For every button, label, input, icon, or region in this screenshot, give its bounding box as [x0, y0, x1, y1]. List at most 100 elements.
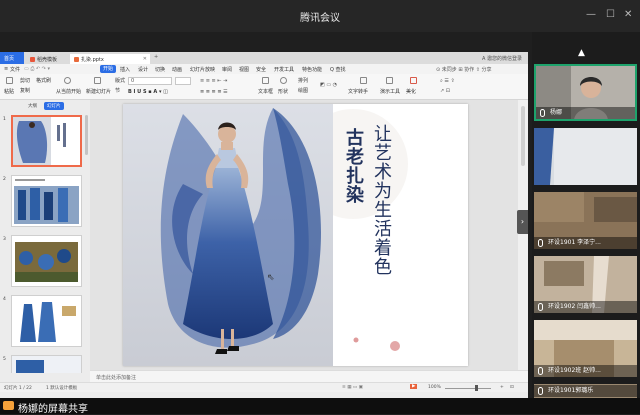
scrollbar-thumb[interactable] [521, 106, 525, 166]
mouse-cursor-icon: ⇖ [267, 273, 275, 283]
arrange-button[interactable]: 排列 [298, 77, 308, 84]
present-tools-icon[interactable] [386, 77, 393, 84]
zoom-value: 100% [428, 385, 441, 390]
slide-thumbnail-3[interactable] [11, 235, 82, 287]
textbox-icon[interactable] [262, 77, 269, 84]
copy-button[interactable]: 复制 [20, 87, 30, 94]
participant-video-6[interactable]: 环设1901郭璐乐 [534, 384, 637, 398]
menu-right-actions[interactable]: ⊙ 未同步 ⊞ 协作 ⇧ 分享 [436, 66, 492, 73]
app-title: 腾讯会议 [300, 13, 340, 24]
play-icon[interactable]: ▶ [410, 384, 418, 389]
fit-window-icon[interactable]: ⊡ [510, 385, 514, 390]
find-replace-icons[interactable]: ⌕ ☰ ⇪ [440, 78, 455, 84]
zoom-in-icon[interactable]: + [500, 385, 504, 390]
tab-docer[interactable]: 稻壳模板 [26, 54, 62, 64]
new-tab-icon[interactable]: + [154, 54, 158, 60]
menu-developer[interactable]: 开发工具 [274, 66, 294, 73]
participant-video-3[interactable]: 环设1901 李泽宁... [534, 192, 637, 249]
menu-transition[interactable]: 切换 [155, 66, 165, 73]
play-from-current-icon[interactable] [64, 77, 71, 84]
view-mode-icons[interactable]: ≡ ▦ ▭ ▣ [342, 385, 363, 390]
thumb-number: 4 [3, 297, 6, 302]
font-size-select[interactable] [175, 77, 191, 85]
menu-animation[interactable]: 动画 [172, 66, 182, 73]
login-prompt[interactable]: A 邀您的微信登录 [482, 55, 522, 62]
menu-security[interactable]: 安全 [256, 66, 266, 73]
section-button[interactable]: 节 [115, 87, 120, 94]
mic-icon [538, 387, 543, 395]
text-to-hand-icon[interactable] [360, 77, 367, 84]
zoom-slider-knob[interactable] [475, 385, 478, 391]
shape-icon[interactable] [280, 77, 287, 84]
draw-button[interactable]: 绘图 [298, 87, 308, 94]
current-slide[interactable]: 让艺术为生活着色 古老扎染 ⇖ [123, 104, 468, 366]
tab-slides[interactable]: 幻灯片 [44, 102, 64, 110]
format-painter-button[interactable]: 格式刷 [36, 77, 51, 84]
slide-vertical-scrollbar[interactable] [518, 100, 528, 370]
layout-button[interactable]: 版式 [115, 77, 125, 84]
menu-search[interactable]: Q 查找 [330, 66, 346, 73]
participant-video-2[interactable] [534, 128, 637, 185]
paragraph-icons[interactable]: ≡ ≡ ≡ ⇤ ⇥ [200, 78, 227, 84]
beautify-icon[interactable] [410, 77, 417, 84]
cut-button[interactable]: 剪切 [20, 77, 30, 84]
align-icons[interactable]: ≣ ≣ ≣ ≣ ☰ [200, 89, 228, 95]
participant-name: 环设1902 闫鑫帅... [548, 303, 601, 310]
notes-field[interactable]: 单击此处添加备注 [90, 370, 528, 382]
thumb-5-image [12, 356, 81, 373]
minimize-icon[interactable]: — [586, 10, 596, 20]
font-family-select[interactable]: 0 [128, 77, 172, 85]
new-slide-icon[interactable] [94, 77, 101, 84]
participant-6-label: 环设1901郭璐乐 [534, 385, 637, 397]
status-bar: 幻灯片 1 / 22 1 默认设计模板 ≡ ▦ ▭ ▣ ▶ 100% + ⊡ [0, 382, 528, 392]
participant-5-label: 环设1902班 赵帅... [534, 365, 637, 377]
menu-file[interactable]: 文件 [10, 66, 20, 73]
participant-video-1[interactable]: 杨娜 [534, 64, 637, 121]
participant-name: 环设1901 李泽宁... [548, 239, 601, 246]
tab-outline[interactable]: 大纲 [28, 103, 37, 109]
participant-video-4[interactable]: 环设1902 闫鑫帅... [534, 256, 637, 313]
menu-slideshow[interactable]: 幻灯片放映 [190, 66, 215, 73]
menu-review[interactable]: 审阅 [222, 66, 232, 73]
slide-title-side: 古老扎染 [343, 128, 364, 204]
text-format-icons[interactable]: B I U S ▪ A ▾ ◫ [128, 89, 168, 95]
docer-icon [30, 57, 35, 62]
menu-insert[interactable]: 插入 [120, 66, 130, 73]
slide-panel-tabs: 大纲 幻灯片 [0, 102, 90, 110]
quick-access-icons[interactable]: ▭ ⎙ ↶ ↷ ▾ [24, 66, 50, 72]
expand-panel-icon[interactable]: › [517, 210, 528, 234]
participant-video-5[interactable]: 环设1902班 赵帅... [534, 320, 637, 377]
select-icons[interactable]: ↗ ⊡ [440, 88, 450, 94]
text-to-hand-label: 文字转手 [348, 89, 369, 95]
paste-icon[interactable] [6, 77, 13, 84]
title-bar: 腾讯会议 — ☐ ✕ [0, 0, 640, 32]
slide-counter: 幻灯片 1 / 22 [4, 386, 32, 391]
paste-label: 粘贴 [4, 89, 15, 95]
slide-thumbnail-1[interactable] [11, 115, 82, 167]
thumb-1-image [13, 117, 66, 165]
menu-design[interactable]: 设计 [138, 66, 148, 73]
thumb-scrollbar[interactable] [85, 115, 88, 155]
tab-close-icon[interactable]: ✕ [143, 56, 147, 62]
zoom-slider[interactable] [445, 388, 491, 389]
slide-thumbnail-4[interactable] [11, 295, 82, 347]
menu-hamburger-icon[interactable]: ≡ [4, 66, 8, 72]
tab-home[interactable]: 首页 [0, 52, 24, 64]
menu-features[interactable]: 特色功能 [302, 66, 322, 73]
participant-name: 环设1902班 赵帅... [548, 367, 601, 374]
slide-thumbnail-5[interactable] [11, 355, 82, 373]
slide-thumbnail-2[interactable] [11, 175, 82, 227]
tab-document[interactable]: 扎染.pptx ✕ [70, 54, 150, 64]
quick-style-icons[interactable]: ◩ ▭ ◔ [320, 82, 337, 88]
thumb-number: 5 [3, 357, 6, 362]
slide-thumbnail-list: 1 2 3 4 5 [0, 111, 90, 373]
menu-home[interactable]: 开始 [100, 65, 117, 73]
mic-icon [538, 367, 543, 375]
new-slide-label: 新建幻灯片 [86, 89, 112, 95]
close-icon[interactable]: ✕ [624, 10, 632, 20]
menu-view[interactable]: 视图 [239, 66, 249, 73]
theme-name: 1 默认设计模板 [46, 386, 78, 391]
scroll-up-icon[interactable]: ▲ [578, 48, 585, 58]
maximize-icon[interactable]: ☐ [606, 10, 615, 20]
screen-share-icon [3, 401, 14, 410]
